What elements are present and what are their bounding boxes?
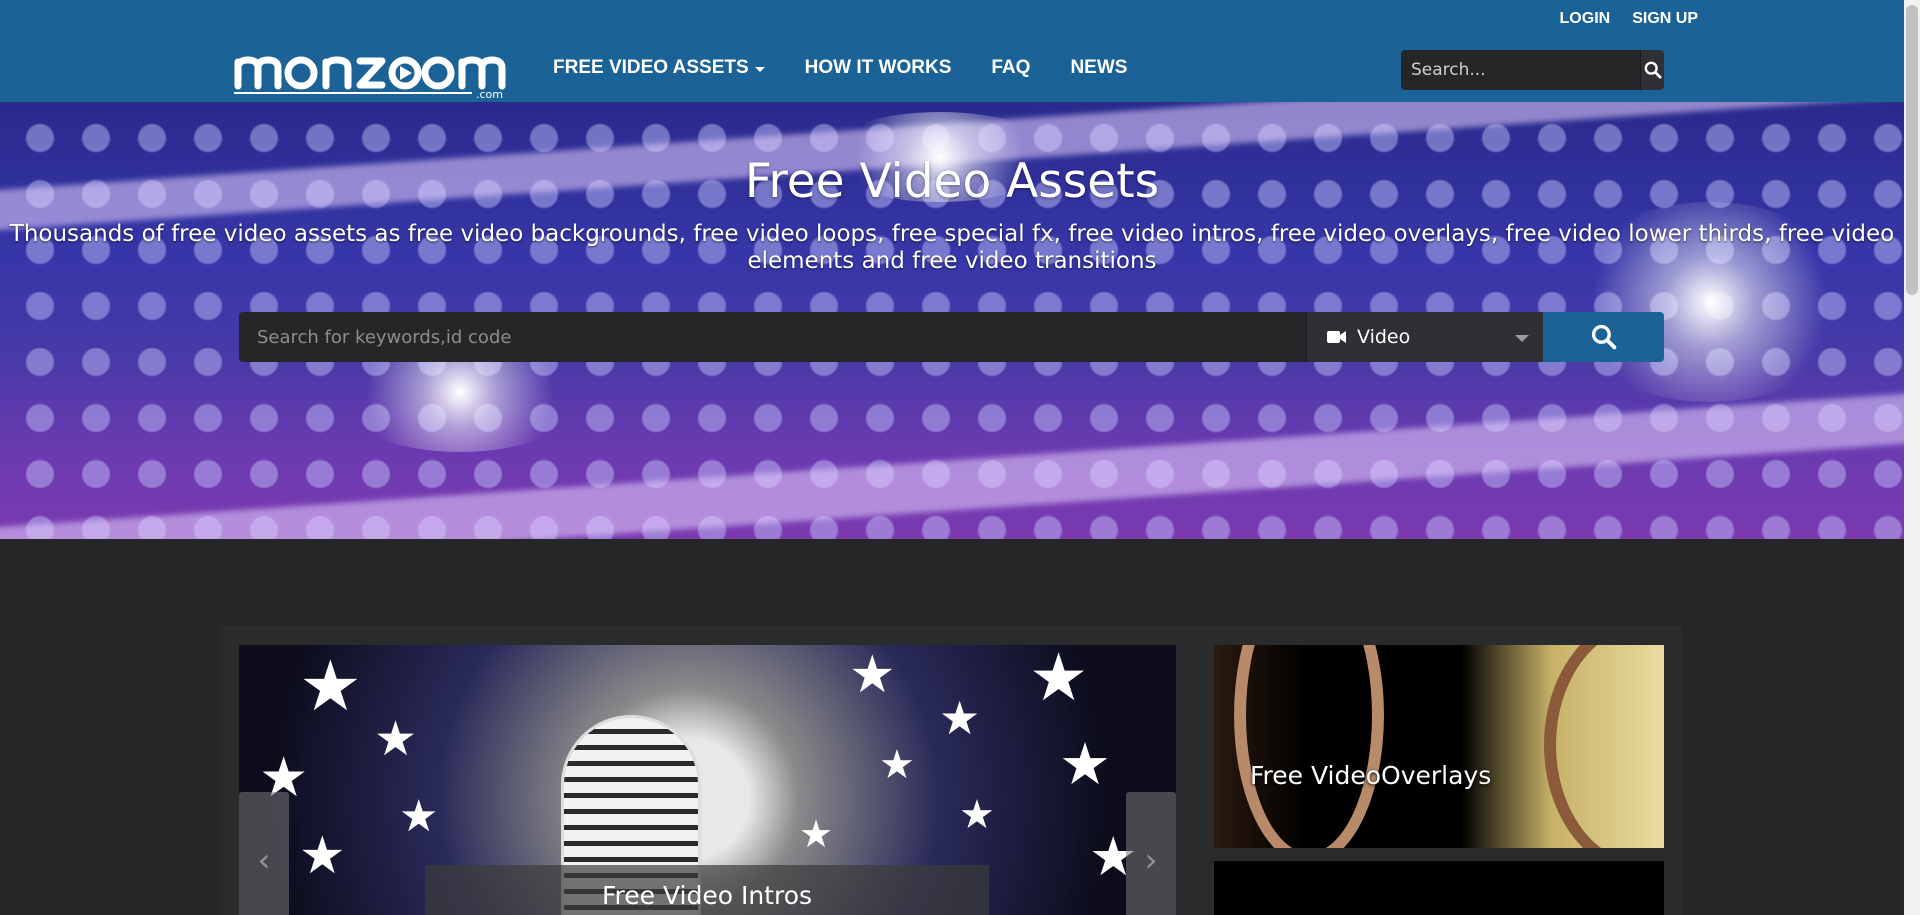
star-decoration: ★ [299, 826, 346, 886]
star-decoration: ★ [1059, 730, 1111, 798]
nav-news[interactable]: NEWS [1070, 57, 1127, 79]
header-search [1401, 50, 1664, 90]
signup-link[interactable]: SIGN UP [1632, 10, 1698, 28]
hero-title: Free Video Assets [744, 154, 1160, 209]
search-icon [1644, 61, 1662, 79]
login-link[interactable]: LOGIN [1560, 10, 1611, 28]
nav-faq[interactable]: FAQ [991, 57, 1030, 79]
nav-free-video-assets[interactable]: FREE VIDEO ASSETS [553, 57, 765, 79]
tile-thumbnail[interactable] [1214, 861, 1664, 915]
nav-label: FREE VIDEO ASSETS [553, 57, 749, 78]
star-decoration: ★ [299, 645, 362, 727]
star-decoration: ★ [959, 792, 995, 838]
carousel-prev-button[interactable]: ‹ [239, 792, 289, 915]
video-camera-icon [1327, 331, 1346, 343]
chevron-left-icon: ‹ [257, 840, 271, 879]
carousel-intros[interactable]: ★ ★ ★ ★ ★ ★ ★ ★ ★ ★ ★ ★ ★ ‹ › Free Video… [239, 645, 1176, 915]
star-decoration: ★ [879, 742, 915, 788]
tile-video-overlays[interactable]: Free VideoOverlays [1214, 645, 1664, 848]
star-decoration: ★ [939, 691, 981, 745]
page-scrollbar-thumb[interactable] [1906, 5, 1918, 295]
search-icon [1591, 324, 1616, 350]
chevron-right-icon: › [1144, 840, 1158, 879]
intros-caption[interactable]: Free Video Intros [425, 865, 989, 915]
overlays-caption: Free VideoOverlays [1250, 761, 1492, 790]
ring-graphic [1544, 645, 1664, 848]
monzoom-logo[interactable]: .com [232, 46, 522, 104]
top-links: LOGIN SIGN UP [1560, 10, 1698, 28]
asset-search-bar: Video [239, 312, 1664, 362]
star-decoration: ★ [1029, 645, 1089, 716]
nav-label: FAQ [991, 57, 1031, 78]
nav-how-it-works[interactable]: HOW IT WORKS [805, 57, 952, 79]
star-decoration: ★ [374, 711, 418, 767]
hero-subtitle: Thousands of free video assets as free v… [9, 221, 1895, 274]
ring-graphic [1234, 645, 1384, 848]
star-decoration: ★ [799, 812, 834, 856]
caret-down-icon [1515, 335, 1529, 342]
asset-search-input[interactable] [239, 312, 1306, 362]
asset-type-select[interactable]: Video [1306, 312, 1543, 362]
logo-tld: .com [476, 88, 503, 101]
nav-label: NEWS [1070, 57, 1128, 78]
header-search-input[interactable] [1401, 50, 1640, 90]
nav-label: HOW IT WORKS [804, 57, 952, 78]
carousel-next-button[interactable]: › [1126, 792, 1176, 915]
site-header: LOGIN SIGN UP .com FREE VIDEO ASSETS HOW… [0, 0, 1904, 102]
hero-banner: Free Video Assets Thousands of free vide… [0, 102, 1904, 539]
caret-down-icon [754, 66, 765, 72]
header-search-button[interactable] [1640, 50, 1664, 90]
main-nav: FREE VIDEO ASSETS HOW IT WORKS FAQ NEWS [553, 57, 1127, 79]
star-decoration: ★ [849, 645, 896, 705]
star-decoration: ★ [399, 791, 439, 842]
asset-type-value: Video [1357, 326, 1411, 348]
asset-search-button[interactable] [1543, 312, 1664, 362]
